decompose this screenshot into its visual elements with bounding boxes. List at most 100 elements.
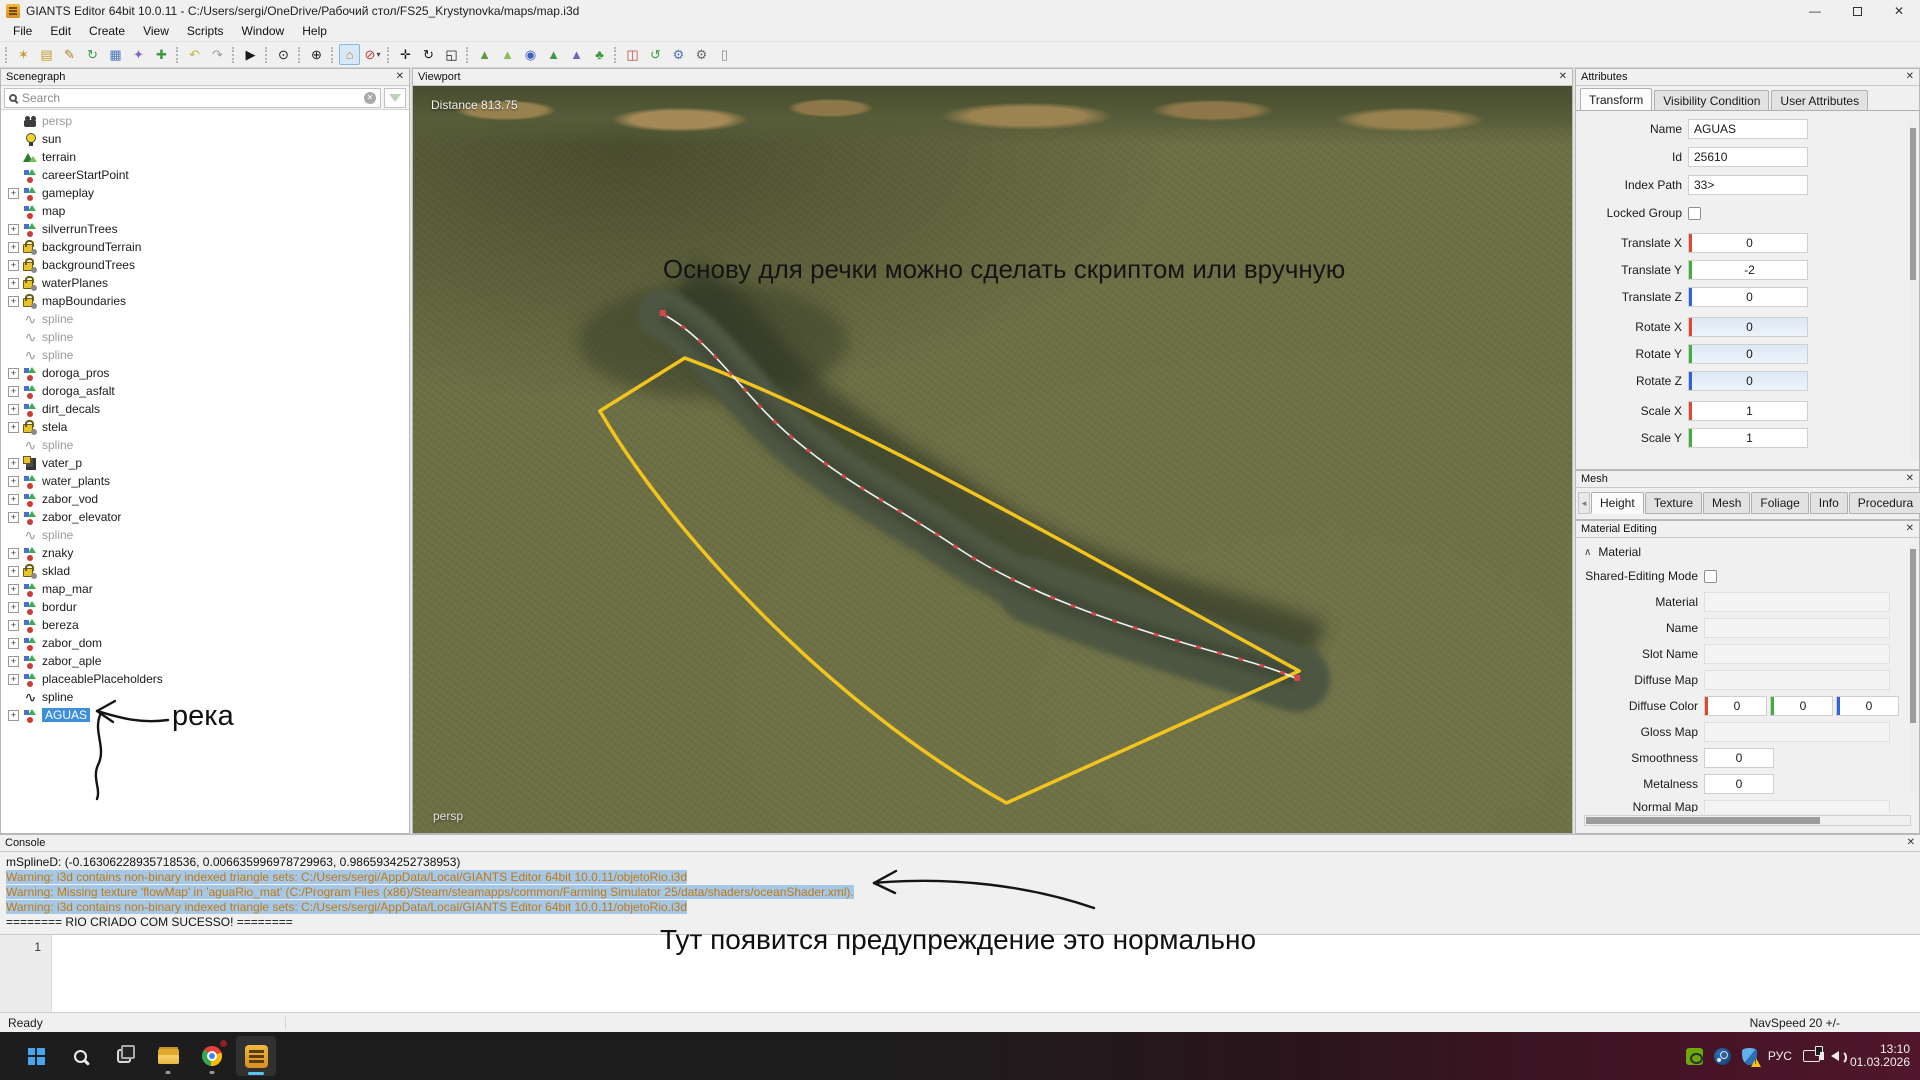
file-explorer-button[interactable]: [148, 1036, 188, 1076]
input-id[interactable]: 25610: [1688, 147, 1808, 167]
expand-icon[interactable]: +: [8, 656, 19, 667]
terrain-smooth-button[interactable]: ▲: [497, 44, 518, 65]
filter-button[interactable]: [384, 88, 406, 108]
scenegraph-item-map-mar-26[interactable]: +map_mar: [1, 580, 409, 598]
tab-texture[interactable]: Texture: [1645, 492, 1702, 514]
import-button[interactable]: ✎: [59, 44, 80, 65]
start-button[interactable]: [16, 1036, 56, 1076]
tab-height[interactable]: Height: [1591, 492, 1644, 514]
scenegraph-item-gameplay-4[interactable]: +gameplay: [1, 184, 409, 202]
material-section[interactable]: ∧ Material: [1576, 542, 1919, 562]
input-translate-z[interactable]: 0: [1688, 287, 1808, 307]
expand-icon[interactable]: +: [8, 224, 19, 235]
taskbar-search-button[interactable]: [60, 1036, 100, 1076]
input-scale-x[interactable]: 1: [1688, 401, 1808, 421]
expand-icon[interactable]: +: [8, 188, 19, 199]
color-channel-input[interactable]: 0: [1770, 696, 1833, 716]
zoom-tool-button[interactable]: ⊕: [306, 44, 327, 65]
scenegraph-item-placeableplaceholders-31[interactable]: +placeablePlaceholders: [1, 670, 409, 688]
expand-icon[interactable]: +: [8, 278, 19, 289]
scenegraph-item-spline-13[interactable]: ∿spline: [1, 346, 409, 364]
input-rotate-x[interactable]: 0: [1688, 317, 1808, 337]
scenegraph-item-doroga-asfalt-15[interactable]: +doroga_asfalt: [1, 382, 409, 400]
scale-tool-button[interactable]: ◱: [441, 44, 462, 65]
checkbox[interactable]: [1688, 207, 1701, 220]
chrome-button[interactable]: [192, 1036, 232, 1076]
expand-icon[interactable]: +: [8, 620, 19, 631]
terrain-detail-button[interactable]: ♣: [589, 44, 610, 65]
new-scene-button[interactable]: ✶: [13, 44, 34, 65]
scenegraph-item-sklad-25[interactable]: +sklad: [1, 562, 409, 580]
camera-frame-button[interactable]: ⌂: [339, 44, 360, 65]
tab-user-attributes[interactable]: User Attributes: [1771, 90, 1868, 110]
expand-icon[interactable]: +: [8, 512, 19, 523]
tab-mesh[interactable]: Mesh: [1703, 492, 1750, 514]
input-normal-map[interactable]: [1704, 800, 1890, 812]
scenegraph-item-znaky-24[interactable]: +znaky: [1, 544, 409, 562]
scenegraph-item-zabor-aple-30[interactable]: +zabor_aple: [1, 652, 409, 670]
scenegraph-item-stela-17[interactable]: +stela: [1, 418, 409, 436]
search-input[interactable]: Search ✕: [4, 88, 381, 108]
task-view-button[interactable]: [104, 1036, 144, 1076]
input-rotate-y[interactable]: 0: [1688, 344, 1808, 364]
undo-button[interactable]: ↶: [184, 44, 205, 65]
input-material[interactable]: [1704, 592, 1890, 612]
console-output[interactable]: mSplineD: (-0.16306228935718536, 0.00663…: [0, 852, 1920, 930]
scenegraph-item-vater-p-19[interactable]: +vater_p: [1, 454, 409, 472]
close-icon[interactable]: ✕: [1907, 838, 1915, 848]
maximize-button[interactable]: [1836, 0, 1878, 22]
scenegraph-item-silverruntrees-6[interactable]: +silverrunTrees: [1, 220, 409, 238]
expand-icon[interactable]: +: [8, 674, 19, 685]
scenegraph-item-backgroundterrain-7[interactable]: +backgroundTerrain: [1, 238, 409, 256]
tab-info[interactable]: Info: [1810, 492, 1848, 514]
rotate-tool-button[interactable]: ↻: [418, 44, 439, 65]
expand-icon[interactable]: +: [8, 602, 19, 613]
clear-search-icon[interactable]: ✕: [364, 92, 376, 104]
input-translate-x[interactable]: 0: [1688, 233, 1808, 253]
scenegraph-item-water-plants-20[interactable]: +water_plants: [1, 472, 409, 490]
scenegraph-item-zabor-elevator-22[interactable]: +zabor_elevator: [1, 508, 409, 526]
close-icon[interactable]: ✕: [1906, 72, 1914, 82]
render-settings-button[interactable]: ⚙: [668, 44, 689, 65]
select-tool-button[interactable]: ▶: [240, 44, 261, 65]
language-indicator[interactable]: РУС: [1768, 1049, 1792, 1063]
giants-editor-button[interactable]: [236, 1036, 276, 1076]
close-icon[interactable]: ✕: [396, 72, 404, 82]
viewport-3d[interactable]: Distance 813.75 persp Основу для речки м…: [413, 86, 1572, 833]
expand-icon[interactable]: +: [8, 422, 19, 433]
expand-icon[interactable]: +: [8, 242, 19, 253]
expand-icon[interactable]: +: [8, 638, 19, 649]
scenegraph-item-dirt-decals-16[interactable]: +dirt_decals: [1, 400, 409, 418]
expand-icon[interactable]: +: [8, 404, 19, 415]
menu-window[interactable]: Window: [233, 22, 294, 41]
add-item-button[interactable]: ✚: [151, 44, 172, 65]
expand-icon[interactable]: +: [8, 386, 19, 397]
terrain-info-button[interactable]: ▲: [566, 44, 587, 65]
scenegraph-item-careerstartpoint-3[interactable]: careerStartPoint: [1, 166, 409, 184]
close-icon[interactable]: ✕: [1906, 474, 1914, 484]
menu-help[interactable]: Help: [293, 22, 336, 41]
editor-settings-button[interactable]: ⚙: [691, 44, 712, 65]
input-translate-y[interactable]: -2: [1688, 260, 1808, 280]
color-channel-input[interactable]: 0: [1704, 696, 1767, 716]
terrain-foliage-button[interactable]: ▲: [543, 44, 564, 65]
scroll-left-icon[interactable]: ◂: [1578, 492, 1590, 514]
save-button[interactable]: ▦: [105, 44, 126, 65]
security-shield-icon[interactable]: [1742, 1048, 1757, 1065]
scenegraph-item-spline-11[interactable]: ∿spline: [1, 310, 409, 328]
tab-foliage[interactable]: Foliage: [1751, 492, 1808, 514]
script-refresh-button[interactable]: ↺: [645, 44, 666, 65]
expand-icon[interactable]: +: [8, 710, 19, 721]
input-name[interactable]: [1704, 618, 1890, 638]
scenegraph-item-doroga-pros-14[interactable]: +doroga_pros: [1, 364, 409, 382]
expand-icon[interactable]: +: [8, 476, 19, 487]
input-gloss-map[interactable]: [1704, 722, 1890, 742]
input-name[interactable]: AGUAS: [1688, 119, 1808, 139]
scenegraph-item-map-5[interactable]: map: [1, 202, 409, 220]
tab-transform[interactable]: Transform: [1580, 88, 1652, 110]
terrain-paint-button[interactable]: ◉: [520, 44, 541, 65]
expand-icon[interactable]: +: [8, 368, 19, 379]
close-icon[interactable]: ✕: [1906, 524, 1914, 534]
scenegraph-item-sun-1[interactable]: sun: [1, 130, 409, 148]
expand-icon[interactable]: +: [8, 548, 19, 559]
